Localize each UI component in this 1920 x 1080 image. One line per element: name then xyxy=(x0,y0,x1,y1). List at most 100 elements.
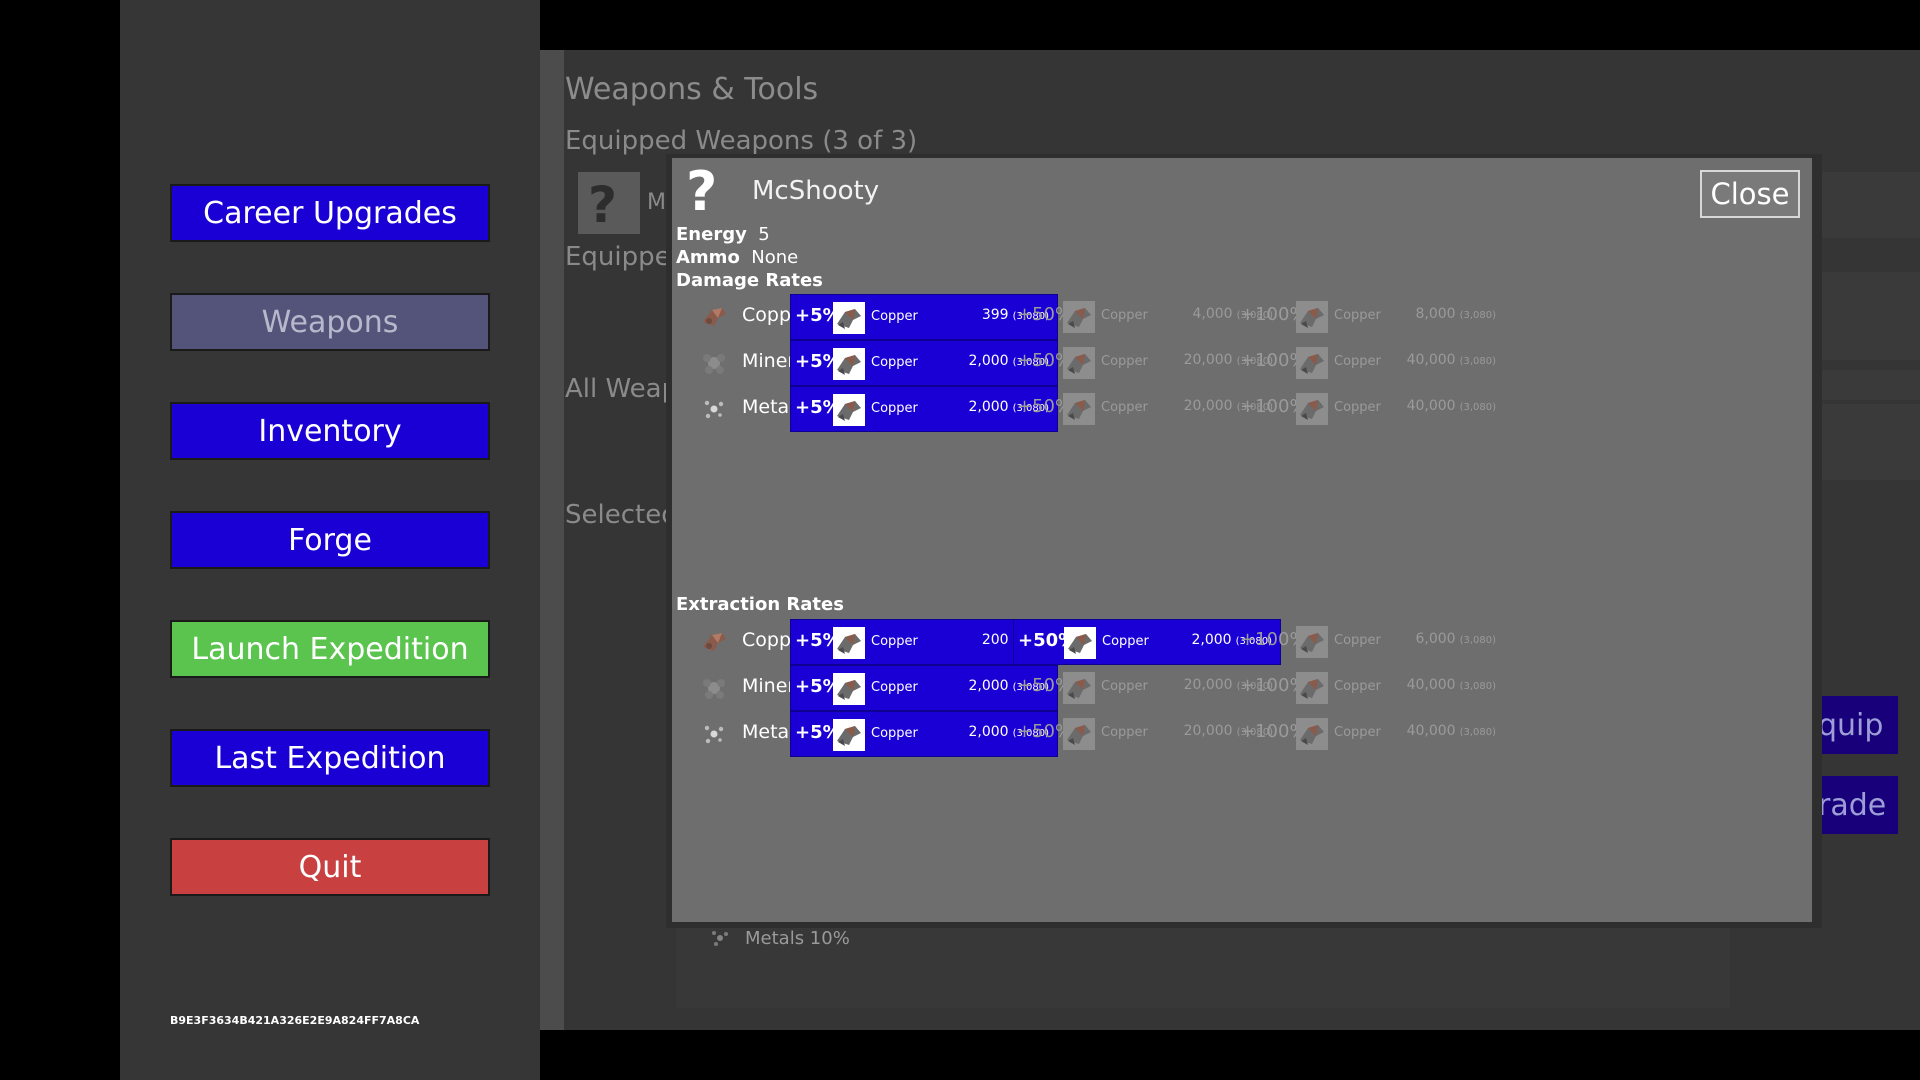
upgrade-resource: Copper xyxy=(1334,354,1381,369)
upgrade-cost: 40,000 (3,080) xyxy=(1407,398,1496,414)
upgrade-button[interactable]: rade xyxy=(1810,776,1898,834)
panel-title: Weapons & Tools xyxy=(565,72,819,107)
tools-row-bg xyxy=(1820,272,1920,360)
copper-ore-icon xyxy=(1063,393,1095,425)
copper-ore-icon xyxy=(1296,626,1328,658)
copper-ore-icon xyxy=(833,719,865,751)
copper-ore-icon xyxy=(1064,627,1096,659)
upgrade-cost-owned: (3,080) xyxy=(1459,727,1496,738)
upgrade-resource: Copper xyxy=(871,680,918,695)
forge-button[interactable]: Forge xyxy=(170,511,490,569)
device-id-text: B9E3F3634B421A326E2E9A824FF7A8CA xyxy=(170,1014,420,1027)
upgrade-cost-value: 40,000 xyxy=(1406,352,1456,368)
weapon-name: McShooty xyxy=(752,176,880,206)
weapon-detail-body xyxy=(672,158,1812,922)
metals-icon xyxy=(712,931,728,946)
upgrade-cost-value: 20,000 xyxy=(1183,398,1233,414)
copper-ore-icon xyxy=(1296,393,1328,425)
copper-ore-icon xyxy=(1063,347,1095,379)
damage-upgrade-button: +100% Copper 8,000 (3,080) xyxy=(1236,294,1504,340)
upgrade-cost-value: 20,000 xyxy=(1183,677,1233,693)
upgrade-cost-value: 2,000 xyxy=(968,399,1009,415)
upgrade-cost-value: 8,000 xyxy=(1415,306,1456,322)
damage-row-metals: Metals 0.25 (25%)+5%Copper2,000(3,080)+5… xyxy=(700,386,1780,432)
inventory-button[interactable]: Inventory xyxy=(170,402,490,460)
metals-icon xyxy=(700,396,728,422)
upgrade-cost-value: 399 xyxy=(981,307,1009,323)
upgrade-cost-value: 2,000 xyxy=(968,678,1009,694)
upgrade-resource: Copper xyxy=(871,634,918,649)
copper-ore-icon xyxy=(833,302,865,334)
ammo-stat: Ammo None xyxy=(676,247,798,268)
metals-icon xyxy=(700,721,728,747)
minerals-icon xyxy=(700,350,728,376)
upgrade-cost-value: 4,000 xyxy=(1192,306,1233,322)
all-weapons-heading: All Weap xyxy=(565,374,679,404)
copper-ore-icon xyxy=(700,304,728,330)
copper-ore-icon xyxy=(833,627,865,659)
equipped-weapon-slot[interactable]: ? xyxy=(578,172,640,234)
question-mark-icon: ? xyxy=(686,160,718,223)
minerals-icon xyxy=(700,675,728,701)
copper-ore-icon xyxy=(833,348,865,380)
damage-row-copper: Copper 2 (200%)+5%Copper399(3,080)+50%Co… xyxy=(700,294,1780,340)
last-expedition-button[interactable]: Last Expedition xyxy=(170,729,490,787)
upgrade-cost: 40,000 (3,080) xyxy=(1407,352,1496,368)
equipped-weapons-heading: Equipped Weapons (3 of 3) xyxy=(565,126,918,156)
upgrade-resource: Copper xyxy=(871,401,918,416)
selected-metals-extraction: Metals 10% xyxy=(745,928,850,949)
weapons-button[interactable]: Weapons xyxy=(170,293,490,351)
upgrade-cost: 6,000 (3,080) xyxy=(1415,631,1496,647)
copper-ore-icon xyxy=(1296,347,1328,379)
upgrade-cost-value: 40,000 xyxy=(1406,677,1456,693)
panel-scrollbar[interactable] xyxy=(540,50,564,1030)
upgrade-cost: 40,000 (3,080) xyxy=(1407,723,1496,739)
all-weapons-list-bg xyxy=(1820,404,1920,480)
close-button[interactable]: Close xyxy=(1700,170,1800,218)
question-mark-icon: ? xyxy=(588,176,618,234)
launch-expedition-button[interactable]: Launch Expedition xyxy=(170,620,490,678)
upgrade-cost-owned: (3,080) xyxy=(1459,310,1496,321)
selected-heading: Selected xyxy=(565,500,678,530)
upgrade-resource: Copper xyxy=(1101,354,1148,369)
upgrade-resource: Copper xyxy=(1334,633,1381,648)
upgrade-cost-value: 20,000 xyxy=(1183,723,1233,739)
copper-ore-icon xyxy=(1296,718,1328,750)
ammo-value: None xyxy=(751,247,799,268)
damage-upgrade-button: +100% Copper 40,000 (3,080) xyxy=(1236,386,1504,432)
damage-row-minerals: Minerals 0.25 (25%)+5%Copper2,000(3,080)… xyxy=(700,340,1780,386)
upgrade-resource: Copper xyxy=(1101,679,1148,694)
upgrade-resource: Copper xyxy=(871,309,918,324)
upgrade-cost-value: 2,000 xyxy=(968,353,1009,369)
extraction-row-minerals: Minerals 10%+5%Copper2,000(3,080)+50%Cop… xyxy=(700,665,1780,711)
energy-value: 5 xyxy=(758,224,770,245)
copper-ore-icon xyxy=(1296,672,1328,704)
upgrade-resource: Copper xyxy=(871,355,918,370)
extraction-rates-heading: Extraction Rates xyxy=(676,594,844,615)
all-weapons-row-bg xyxy=(1820,370,1920,400)
upgrade-cost-value: 2,000 xyxy=(1191,632,1232,648)
extraction-row-metals: Metals 10%+5%Copper2,000(3,080)+50%Coppe… xyxy=(700,711,1780,757)
main-menu-sidebar: Career Upgrades Weapons Inventory Forge … xyxy=(120,0,540,1080)
upgrade-cost-owned: (3,080) xyxy=(1459,356,1496,367)
upgrade-cost: 40,000 (3,080) xyxy=(1407,677,1496,693)
upgrade-cost-owned: (3,080) xyxy=(1459,635,1496,646)
upgrade-resource: Copper xyxy=(1334,400,1381,415)
upgrade-cost-value: 40,000 xyxy=(1406,398,1456,414)
upgrade-cost-owned: (3,080) xyxy=(1459,681,1496,692)
upgrade-resource: Copper xyxy=(1102,634,1149,649)
equip-button[interactable]: quip xyxy=(1810,696,1898,754)
quit-button[interactable]: Quit xyxy=(170,838,490,896)
extraction-upgrade-button: +100% Copper 40,000 (3,080) xyxy=(1236,711,1504,757)
upgrade-cost-value: 6,000 xyxy=(1415,631,1456,647)
upgrade-cost-value: 200 xyxy=(981,632,1009,648)
upgrade-resource: Copper xyxy=(1334,679,1381,694)
upgrade-resource: Copper xyxy=(1101,400,1148,415)
upgrade-resource: Copper xyxy=(1101,725,1148,740)
ammo-label: Ammo xyxy=(676,247,740,268)
career-upgrades-button[interactable]: Career Upgrades xyxy=(170,184,490,242)
copper-ore-icon xyxy=(700,629,728,655)
extraction-row-copper: Copper 150%+5%Copper200(3,080)+50%Copper… xyxy=(700,619,1780,665)
copper-ore-icon xyxy=(1296,301,1328,333)
upgrade-resource: Copper xyxy=(1334,308,1381,323)
